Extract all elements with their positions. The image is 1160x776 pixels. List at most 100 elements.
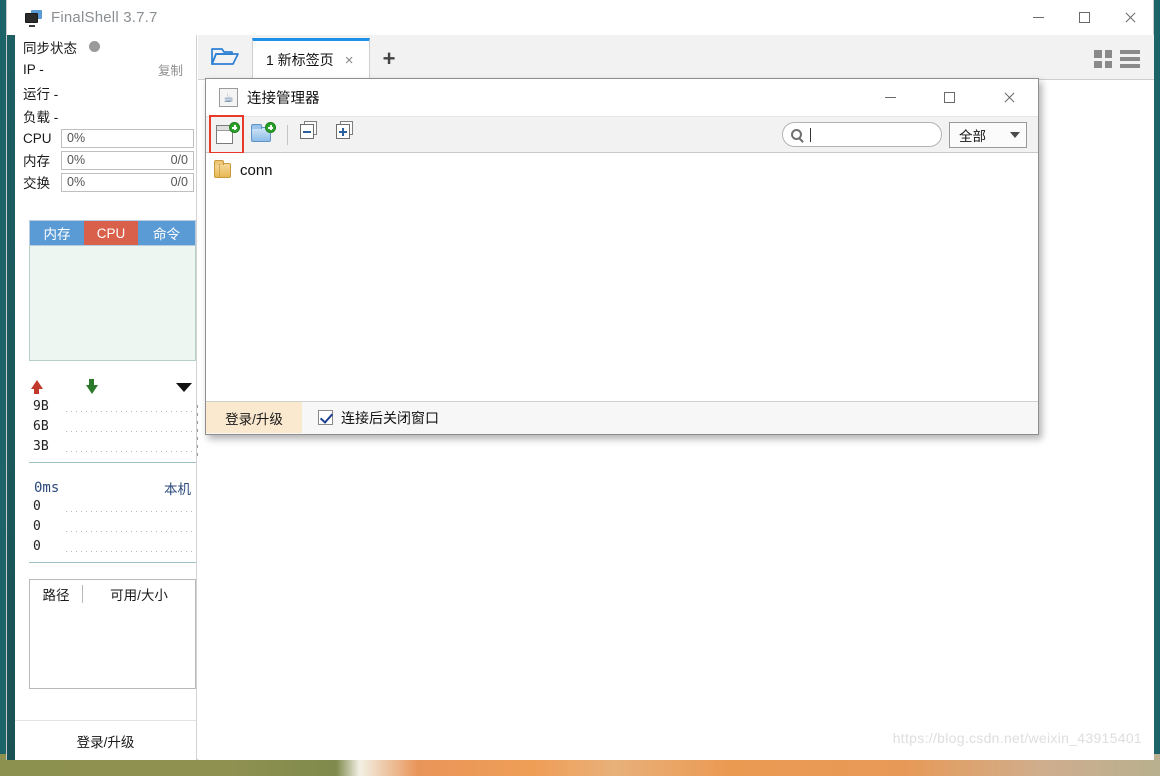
sync-status-row: 同步状态 xyxy=(15,35,196,58)
tab-memory-label: 内存 xyxy=(43,227,71,242)
cpu-meter-row: CPU 0% xyxy=(15,127,196,149)
tab-cpu[interactable]: CPU xyxy=(84,221,138,245)
open-folder-icon xyxy=(211,48,239,65)
filter-selected-label: 全部 xyxy=(959,128,986,144)
window-controls xyxy=(1015,0,1153,35)
dialog-window-controls xyxy=(861,79,1038,117)
process-list-panel[interactable] xyxy=(29,246,196,361)
watermark-text: https://blog.csdn.net/weixin_43915401 xyxy=(892,730,1142,746)
dialog-maximize-button[interactable] xyxy=(920,79,979,117)
sidebar-login-button[interactable]: 登录/升级 xyxy=(15,720,196,760)
disk-col-path: 路径 xyxy=(42,588,70,603)
process-tabs: 内存 CPU 命令 xyxy=(29,220,196,246)
latency-tick-3: 0 xyxy=(33,539,41,554)
close-after-connect-label: 连接后关闭窗口 xyxy=(341,409,439,426)
view-mode-controls xyxy=(1094,50,1154,79)
filter-dropdown[interactable]: 全部 xyxy=(949,121,1027,148)
grid-view-icon[interactable] xyxy=(1094,50,1112,68)
tree-item-conn-label: conn xyxy=(240,161,273,179)
close-icon xyxy=(1124,12,1136,24)
gridline xyxy=(66,551,192,552)
dialog-title: 连接管理器 xyxy=(247,91,320,107)
collapse-all-button[interactable] xyxy=(300,120,330,149)
search-icon xyxy=(791,129,802,140)
caret-down-icon[interactable] xyxy=(176,383,192,392)
gridline xyxy=(66,411,192,412)
arrow-up-stem-icon xyxy=(34,387,39,394)
cpu-meter-bar: 0% xyxy=(61,128,194,148)
sync-status-indicator-icon xyxy=(89,41,100,52)
window-titlebar: FinalShell 3.7.7 xyxy=(7,0,1153,35)
search-input[interactable] xyxy=(782,122,942,147)
minimize-icon xyxy=(885,97,896,98)
tree-item-conn[interactable]: conn xyxy=(206,157,1038,183)
minimize-button[interactable] xyxy=(1015,0,1061,35)
disk-col-available: 可用/大小 xyxy=(110,588,168,603)
new-connection-button[interactable] xyxy=(212,121,242,149)
latency-value: 0ms xyxy=(34,480,60,496)
latency-graph: 0 0 0 xyxy=(29,499,196,563)
uptime-label: 运行 - xyxy=(23,86,59,102)
memory-meter-label: 内存 xyxy=(23,154,50,169)
ip-row: IP - 复制 xyxy=(15,58,196,81)
dialog-footer: 登录/升级 连接后关闭窗口 xyxy=(206,401,1038,433)
connection-tree[interactable]: conn xyxy=(206,153,1038,401)
chevron-down-icon xyxy=(1010,131,1020,138)
close-after-connect-checkbox-wrap[interactable]: 连接后关闭窗口 xyxy=(318,408,439,428)
dialog-minimize-button[interactable] xyxy=(861,79,920,117)
copy-ip-button[interactable]: 复制 xyxy=(158,60,183,79)
arrow-down-stem-icon xyxy=(89,379,94,387)
add-tab-button[interactable]: + xyxy=(370,38,408,79)
network-throughput-graph: 9B 6B 3B xyxy=(29,399,196,463)
cpu-meter-label: CPU xyxy=(23,130,52,146)
swap-meter-bar: 0% 0/0 xyxy=(61,172,194,192)
minimize-icon xyxy=(1032,17,1044,18)
dialog-login-label: 登录/升级 xyxy=(225,411,283,427)
memory-meter-value: 0% xyxy=(67,153,86,167)
maximize-button[interactable] xyxy=(1061,0,1107,35)
latency-tick-2: 0 xyxy=(33,519,41,534)
plus-badge-icon xyxy=(229,121,240,133)
latency-tick-1: 0 xyxy=(33,499,41,514)
tab-close-icon[interactable]: × xyxy=(345,52,354,69)
cpu-meter-value: 0% xyxy=(67,131,86,145)
new-folder-button[interactable] xyxy=(248,121,278,149)
disk-table-header: 路径 可用/大小 xyxy=(30,580,195,608)
tab-command-label: 命令 xyxy=(153,227,180,242)
swap-meter-detail: 0/0 xyxy=(170,175,188,189)
network-tick-3b: 3B xyxy=(33,439,49,454)
gridline xyxy=(66,451,192,452)
dialog-titlebar: ☕ 连接管理器 xyxy=(206,79,1038,117)
tab-memory[interactable]: 内存 xyxy=(30,221,84,245)
memory-meter-bar: 0% 0/0 xyxy=(61,150,194,170)
finalshell-main-window: FinalShell 3.7.7 同步状态 IP - 复制 运行 - 负载 - … xyxy=(6,0,1154,760)
folder-icon xyxy=(214,159,231,178)
monitor-icon xyxy=(25,10,42,27)
sidebar-accent-edge xyxy=(7,35,15,760)
java-coffee-icon: ☕ xyxy=(219,88,238,107)
ip-label: IP - xyxy=(23,62,44,77)
close-icon xyxy=(1003,92,1015,104)
network-graph-header xyxy=(29,377,196,399)
latency-graph-header: 0ms 本机 xyxy=(29,477,196,499)
open-folder-button[interactable] xyxy=(198,35,252,79)
dialog-login-button[interactable]: 登录/升级 xyxy=(206,402,302,433)
swap-meter-label: 交换 xyxy=(23,176,50,191)
sync-status-label: 同步状态 xyxy=(23,40,77,56)
tab-command[interactable]: 命令 xyxy=(138,221,195,245)
load-row: 负载 - xyxy=(15,104,196,127)
connection-manager-dialog: ☕ 连接管理器 全部 conn 登录/升级 连接后关闭窗口 xyxy=(205,78,1039,435)
list-view-icon[interactable] xyxy=(1120,50,1140,68)
load-label: 负载 - xyxy=(23,109,59,125)
network-tick-9b: 9B xyxy=(33,399,49,414)
text-caret xyxy=(810,127,811,142)
disk-usage-table: 路径 可用/大小 xyxy=(29,579,196,689)
dialog-toolbar: 全部 xyxy=(206,115,1038,154)
dialog-close-button[interactable] xyxy=(979,79,1038,117)
close-after-connect-checkbox[interactable] xyxy=(318,410,333,425)
close-button[interactable] xyxy=(1107,0,1153,35)
tab-new-page[interactable]: 1 新标签页 × xyxy=(252,38,370,79)
memory-meter-detail: 0/0 xyxy=(170,153,188,167)
expand-all-button[interactable] xyxy=(336,120,366,149)
window-title: FinalShell 3.7.7 xyxy=(51,9,158,26)
